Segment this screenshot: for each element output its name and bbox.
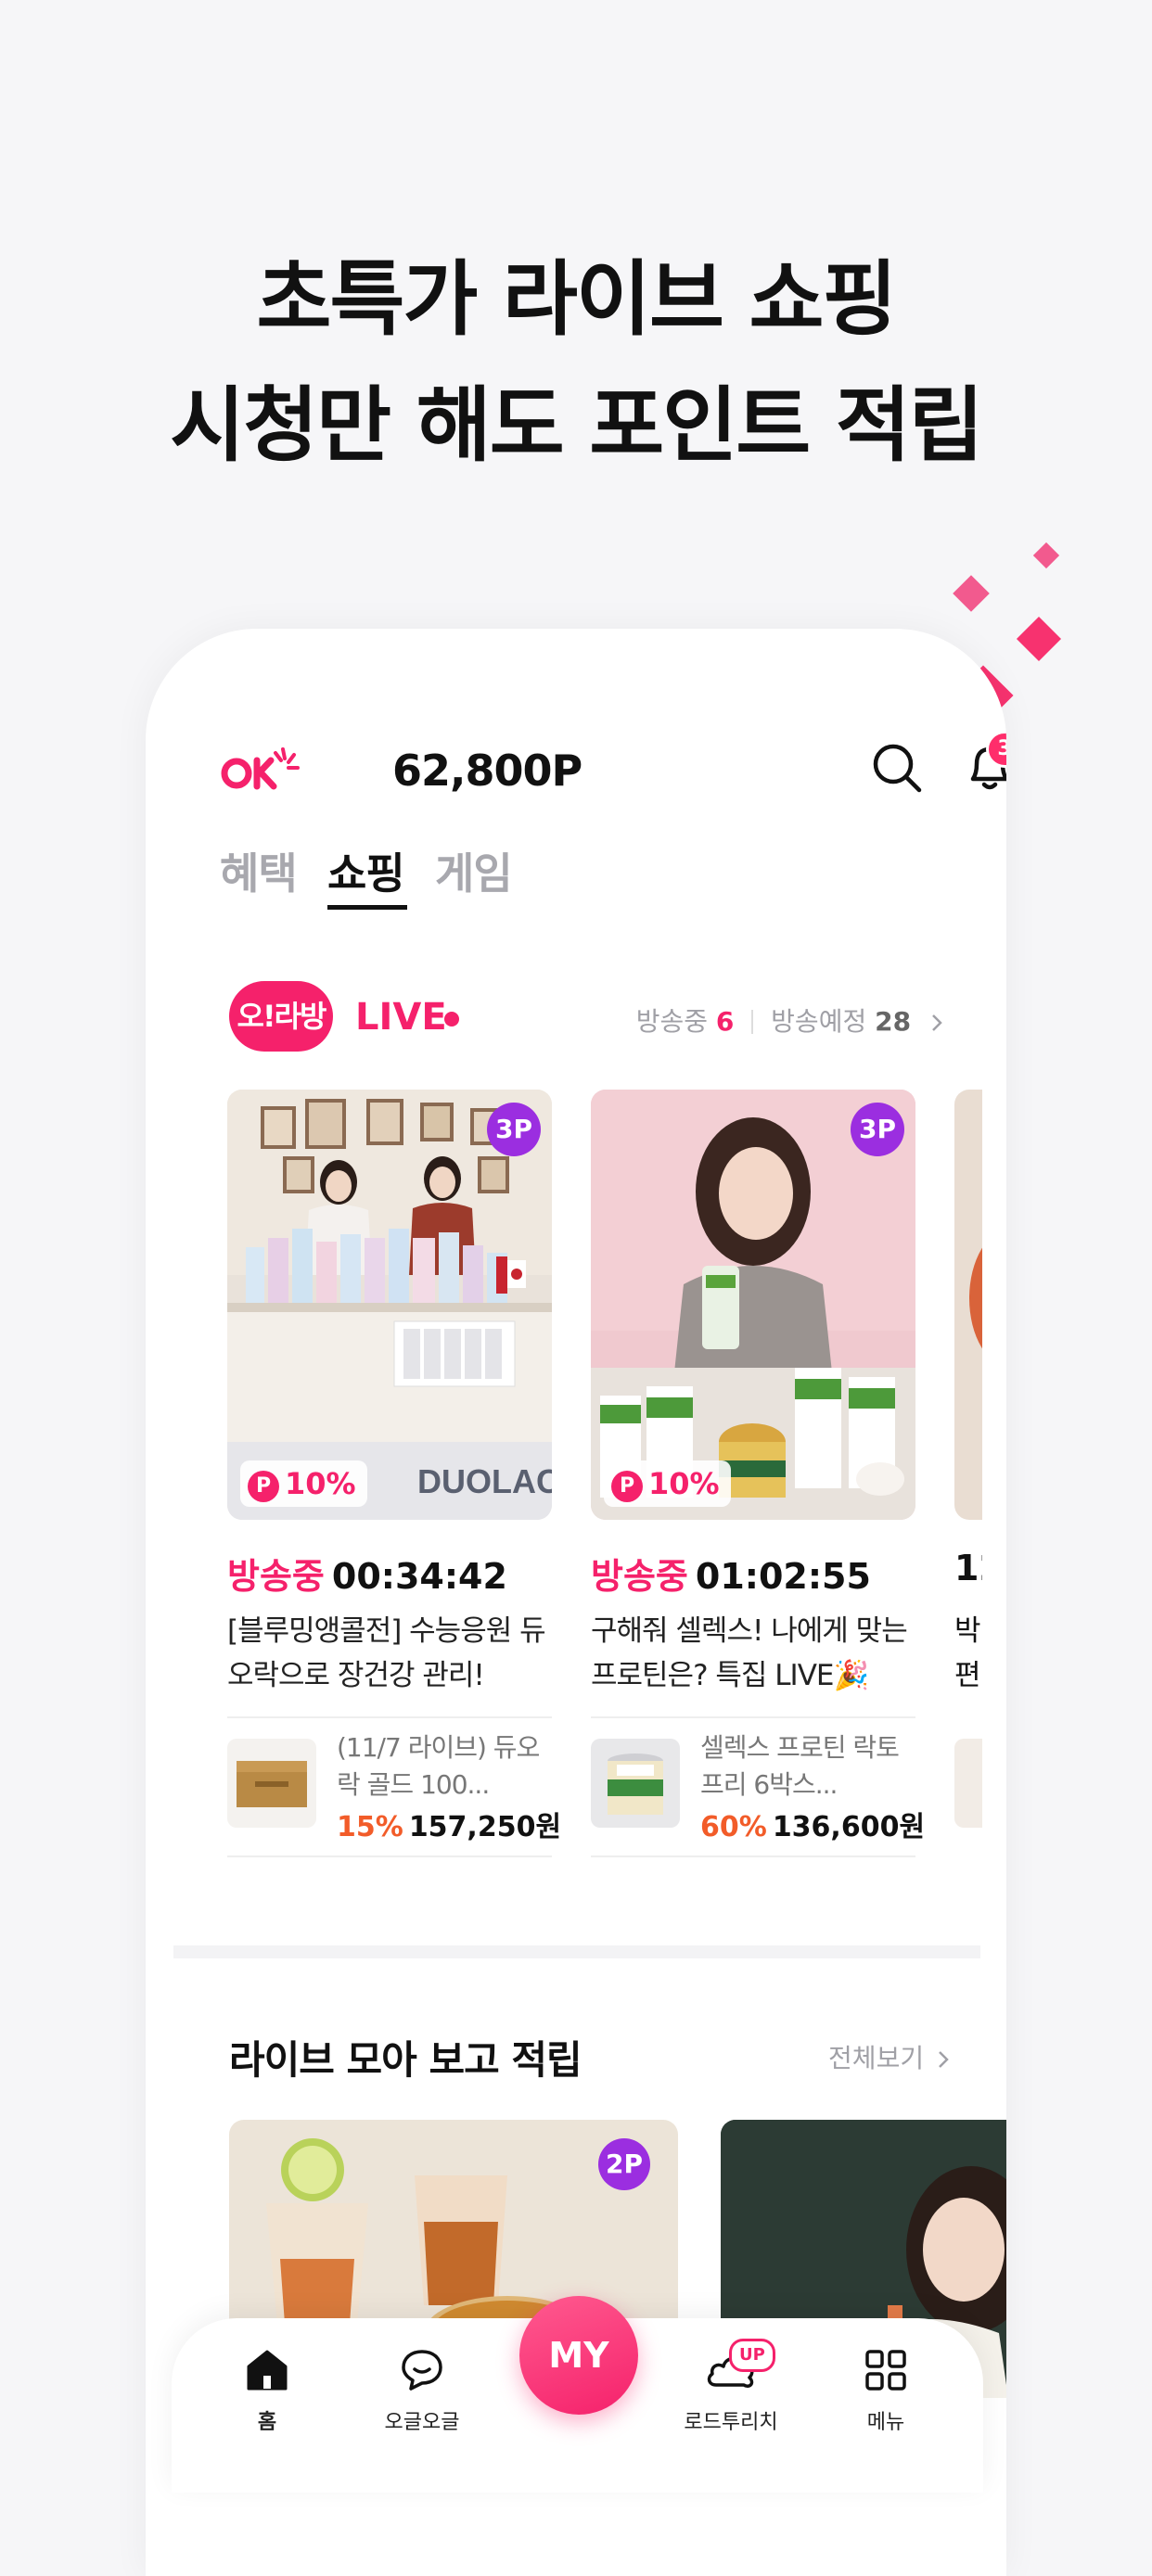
- reward-badge: P 10%: [604, 1460, 731, 1507]
- bottom-nav: 홈 오글오글 MY UP 로드투리치 메뉴: [172, 2296, 983, 2493]
- product-name[interactable]: (11/7 라이브) 듀오락 골드 100...: [337, 1729, 552, 1804]
- phone-screen: 62,800P 3 혜택 쇼핑 게임 오!라방 LIVE 방송중 6 방송예정 …: [146, 629, 1006, 2576]
- active-tab-indicator: [327, 905, 407, 910]
- elapsed-time: 00:34:42: [331, 1556, 507, 1597]
- nav-oglogle[interactable]: 오글오글: [357, 2346, 487, 2435]
- live-thumbnail[interactable]: DUOLAC 3P P 10%: [227, 1090, 552, 1520]
- point-badge: 3P: [487, 1103, 541, 1156]
- divider: [591, 1716, 915, 1718]
- product-thumbnail[interactable]: [591, 1739, 680, 1828]
- point-badge: 3P: [851, 1103, 904, 1156]
- broadcast-time: 방송중 01:02:55: [591, 1548, 871, 1599]
- live-title-line-1: 박: [954, 1614, 981, 1648]
- product-thumbnail[interactable]: [227, 1739, 316, 1828]
- product-name[interactable]: 셀렉스 프로틴 락토 프리 6박스...: [700, 1729, 915, 1804]
- nav-menu[interactable]: 메뉴: [821, 2346, 951, 2435]
- home-icon: [247, 2350, 288, 2391]
- section-title: 라이브 모아 보고 적립: [229, 2037, 582, 2083]
- live-schedule-link[interactable]: 방송중 6 방송예정 28: [636, 1001, 945, 1039]
- headline-line-2: 시청만 해도 포인트 적립: [170, 377, 984, 473]
- live-thumbnail[interactable]: [954, 1090, 982, 1520]
- scheduled-label: 방송예정: [771, 1006, 867, 1037]
- nav-home[interactable]: 홈: [202, 2346, 332, 2435]
- heart-decoration-icon: [1032, 542, 1060, 569]
- reward-rate: 10%: [648, 1466, 720, 1501]
- pizza-image: [969, 1229, 982, 1368]
- view-all-link[interactable]: 전체보기: [828, 2038, 951, 2075]
- on-air-label: 방송중: [635, 1006, 708, 1037]
- tab-games[interactable]: 게임: [435, 840, 513, 901]
- live-section-header: 오!라방 LIVE 방송중 6 방송예정 28: [229, 981, 951, 1055]
- on-air-count: 6: [715, 1006, 735, 1037]
- ok-cashbag-logo: [221, 747, 300, 790]
- on-air-status: 방송중: [591, 1556, 688, 1597]
- product-image: [591, 1739, 680, 1828]
- point-badge: 2P: [598, 2138, 650, 2190]
- point-icon: P: [611, 1471, 643, 1502]
- product-image: [227, 1739, 316, 1828]
- point-icon: P: [248, 1471, 279, 1502]
- nav-label: 홈: [257, 2411, 277, 2434]
- headline-line-1: 초특가 라이브 쇼핑: [256, 251, 898, 347]
- section-divider: [173, 1945, 980, 1958]
- heart-decoration-icon: [1016, 616, 1062, 662]
- tab-benefits[interactable]: 혜택: [220, 840, 298, 901]
- scheduled-count: 28: [875, 1006, 912, 1037]
- nav-label: 로드투리치: [684, 2411, 778, 2434]
- broadcast-time: 방송중 00:34:42: [227, 1548, 507, 1599]
- broadcast-time: 12: [954, 1548, 982, 1588]
- my-button[interactable]: MY: [519, 2296, 638, 2415]
- points-balance[interactable]: 62,800P: [392, 746, 582, 796]
- view-all-label: 전체보기: [828, 2043, 925, 2073]
- live-title[interactable]: 구해줘 셀렉스! 나에게 맞는 프로틴은? 특집 LIVE🎉: [591, 1609, 915, 1698]
- discount-rate: 60%: [700, 1811, 767, 1843]
- price: 157,250원: [408, 1811, 562, 1843]
- heart-decoration-icon: [953, 575, 990, 612]
- divider: [751, 1010, 754, 1034]
- live-thumbnail[interactable]: 3P P 10%: [591, 1090, 915, 1520]
- search-icon[interactable]: [869, 740, 925, 796]
- divider: [227, 1855, 552, 1857]
- up-badge: UP: [729, 2339, 775, 2372]
- duolac-banner-text: DUOLAC: [417, 1462, 552, 1500]
- top-bar: 62,800P 3: [220, 731, 1006, 805]
- product-thumbnail[interactable]: [954, 1739, 982, 1828]
- olabang-logo: 오!라방: [229, 981, 333, 1052]
- on-air-status: 방송중: [227, 1556, 325, 1597]
- nav-label: 오글오글: [384, 2411, 460, 2434]
- tab-shopping[interactable]: 쇼핑: [327, 840, 405, 901]
- divider: [591, 1855, 915, 1857]
- chevron-right-icon: [939, 2051, 949, 2068]
- live-title[interactable]: [블루밍앵콜전] 수능응원 듀오락으로 장건강 관리!: [227, 1609, 552, 1698]
- product-price: 15% 157,250원: [337, 1804, 561, 1844]
- discount-rate: 15%: [337, 1811, 403, 1843]
- grid-icon: [865, 2350, 906, 2391]
- elapsed-time: 01:02:55: [695, 1556, 871, 1597]
- chevron-right-icon: [932, 1014, 942, 1031]
- nav-road-to-rich[interactable]: UP 로드투리치: [666, 2339, 796, 2435]
- live-title-line-2: 편: [954, 1659, 981, 1692]
- live-label: LIVE: [355, 996, 447, 1039]
- price: 136,600원: [772, 1811, 926, 1843]
- reward-rate: 10%: [285, 1466, 356, 1501]
- nav-label: 메뉴: [866, 2411, 905, 2434]
- live-card-peek[interactable]: 12 박 편: [954, 1090, 982, 1924]
- divider: [227, 1716, 552, 1718]
- promo-headline: 초특가 라이브 쇼핑 시청만 해도 포인트 적립: [0, 236, 1152, 489]
- chat-icon: [402, 2350, 442, 2391]
- product-price: 60% 136,600원: [700, 1804, 925, 1844]
- reward-badge: P 10%: [240, 1460, 367, 1507]
- live-dot-icon: [444, 1012, 459, 1027]
